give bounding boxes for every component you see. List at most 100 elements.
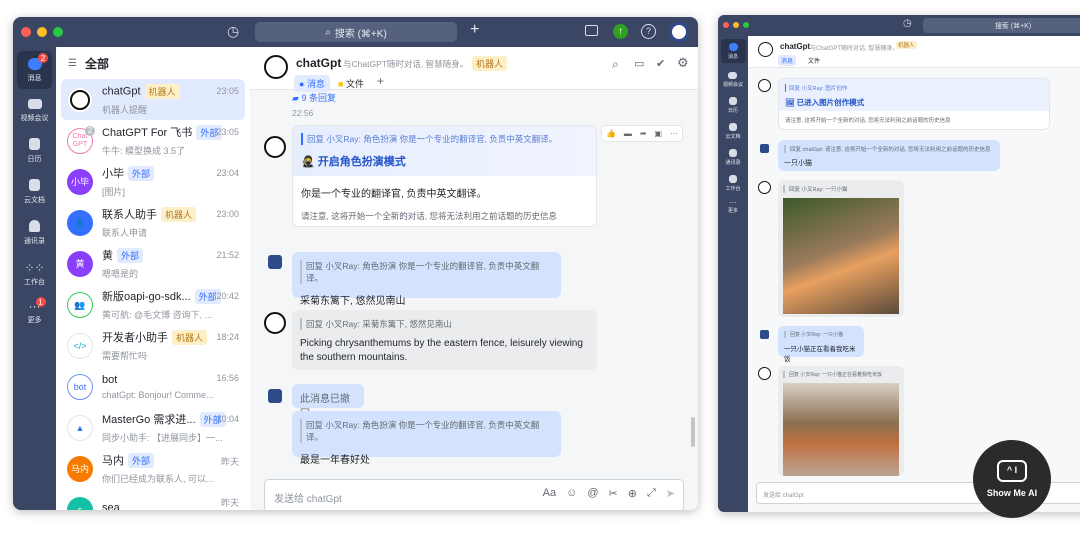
- message-input[interactable]: 发送给 chatGpt Aa ☺ @ ✂ ⊕ ⤢ ➤: [264, 479, 684, 510]
- nav-messages[interactable]: 消息: [720, 39, 746, 63]
- chat-list-item[interactable]: 马内 马内 外部 你们已经成为联系人, 可以... 昨天: [61, 448, 245, 489]
- mention-icon[interactable]: @: [587, 487, 598, 500]
- nav-video-meeting[interactable]: 视频会议: [21, 99, 49, 123]
- chat-box-icon[interactable]: ▭: [634, 57, 644, 70]
- expand-icon[interactable]: ⤢: [647, 487, 656, 500]
- search-input[interactable]: 搜索 (⌘+K): [923, 18, 1080, 33]
- chat-tag: 机器人: [144, 83, 180, 99]
- chat-list-item[interactable]: 小毕 小毕 外部 [图片] 23:04: [61, 161, 245, 202]
- nav-more[interactable]: ··· 更多: [728, 198, 738, 214]
- thumbs-up-icon[interactable]: 👍: [606, 129, 616, 138]
- chat-list-item[interactable]: 👤 联系人助手 机器人 联系人申请 23:00: [61, 202, 245, 243]
- tab-messages[interactable]: ● 消息: [294, 75, 330, 92]
- chat-list-item[interactable]: ▲ MasterGo 需求进... 外部 同步小助手: 【进展同步】一... 10…: [61, 407, 245, 448]
- close-button[interactable]: [21, 27, 31, 37]
- nav-video-meeting[interactable]: 视频会议: [723, 72, 743, 88]
- scrollbar[interactable]: [691, 417, 695, 447]
- scissors-icon[interactable]: ✂: [609, 487, 618, 500]
- chatgpt-avatar: [758, 367, 771, 380]
- plus-circle-icon[interactable]: ⊕: [628, 487, 637, 500]
- chatgpt-avatar: [264, 55, 288, 79]
- contacts-icon: [728, 149, 737, 157]
- upload-icon[interactable]: ↑: [613, 24, 628, 39]
- nav-calendar[interactable]: 日历: [728, 97, 738, 114]
- bot-image-message: 回复 小叉Ray: 一只小猫: [778, 180, 904, 317]
- chat-avatar: </>: [67, 332, 93, 359]
- zoom-button[interactable]: [743, 22, 749, 28]
- minimize-button[interactable]: [733, 22, 739, 28]
- tab-messages[interactable]: 消息: [778, 55, 797, 66]
- chat-avatar: 👥: [67, 291, 93, 318]
- emoji-icon[interactable]: ☺: [566, 487, 577, 500]
- cat-image[interactable]: [783, 383, 899, 476]
- history-icon[interactable]: ◷: [227, 23, 239, 40]
- nav-docs[interactable]: 云文档: [24, 179, 45, 205]
- search-chat-icon[interactable]: ⌕: [612, 57, 619, 72]
- font-icon[interactable]: Aa: [543, 487, 556, 500]
- chat-list-item[interactable]: bot bot chatGpt: Bonjour! Comme... 16:56: [61, 366, 245, 407]
- nav-docs[interactable]: 云文档: [725, 123, 741, 140]
- reply-count[interactable]: ▰ 9 条回复: [292, 91, 336, 104]
- secondary-window: ◷ 搜索 (⌘+K) 消息 视频会议 日历 云文档 通讯录 工作台 ··· 更多 …: [718, 15, 1080, 512]
- chat-list-item[interactable]: chatGpt 机器人 机器人提醒 23:05: [61, 79, 245, 120]
- comment-icon[interactable]: ▬: [624, 129, 632, 138]
- chat-title: chatGpt: [296, 56, 342, 70]
- chat-preview: 你们已经成为联系人, 可以...: [102, 474, 214, 485]
- close-button[interactable]: [723, 22, 729, 28]
- kitten-image[interactable]: [783, 198, 899, 314]
- filter-icon[interactable]: ☰: [68, 58, 77, 69]
- nav-messages[interactable]: 2 消息: [17, 51, 52, 89]
- reply-icon: ▰: [292, 93, 299, 103]
- tab-files[interactable]: ■ 文件: [338, 77, 364, 90]
- chat-avatar: 黄: [67, 250, 93, 277]
- chat-list: ☰ 全部 chatGpt 机器人 机器人提醒 23:05 Chat GPT 2 Cha…: [56, 47, 250, 510]
- card-note: 请注意, 这将开始一个全新的对话, 您将无法利用之前话题的历史信息: [301, 211, 557, 221]
- chat-tag: 外部: [128, 166, 155, 182]
- add-icon[interactable]: +: [470, 21, 479, 39]
- chat-preview: 同步小助手: 【进展同步】一...: [102, 433, 223, 444]
- nav-workplace[interactable]: ⁘⁘ 工作台: [24, 261, 45, 287]
- nav-workplace[interactable]: 工作台: [725, 175, 741, 192]
- user-message: 回复 chatGpt: 请注意, 这将开始一个全新的对话, 您将无法利用之前话题…: [778, 140, 1000, 171]
- avatar[interactable]: [669, 22, 689, 42]
- screen-icon[interactable]: [585, 25, 598, 36]
- chat-list-item[interactable]: Chat GPT 2 ChatGPT For 飞书 外部 牛牛: 模型换成 3.5了…: [61, 120, 245, 161]
- search-icon: ⌕: [325, 26, 331, 38]
- history-icon[interactable]: ◷: [903, 18, 912, 29]
- zoom-button[interactable]: [53, 27, 63, 37]
- nav-contacts[interactable]: 通讯录: [24, 220, 45, 246]
- user-avatar: [268, 389, 282, 403]
- chat-name: 开发者小助手: [102, 331, 168, 344]
- chat-list-item[interactable]: </> 开发者小助手 机器人 需要帮忙吗 18:24: [61, 325, 245, 366]
- copy-icon[interactable]: ▣: [655, 129, 663, 138]
- chat-preview: 牛牛: 模型换成 3.5了: [102, 146, 186, 157]
- forward-icon[interactable]: ➦: [640, 129, 647, 138]
- nav-calendar[interactable]: 日历: [28, 138, 42, 164]
- chat-list-item[interactable]: 👥 新版oapi-go-sdk... 外部 黄可航: @毛文博 咨询下, ... …: [61, 284, 245, 325]
- chat-list-item[interactable]: s sea 昨天: [61, 489, 245, 510]
- send-icon[interactable]: ➤: [666, 487, 675, 500]
- list-title: 全部: [84, 56, 109, 71]
- chat-tag: 机器人: [161, 207, 197, 223]
- user-avatar: [268, 255, 282, 269]
- chatgpt-avatar: [264, 136, 286, 158]
- bot-image-message: 回复 小叉Ray: 一只小猫正在看着我吃米饭: [778, 366, 904, 476]
- chat-name: 黄: [102, 249, 113, 262]
- bot-tag: 机器人: [472, 56, 508, 71]
- chat-avatar: [67, 86, 93, 113]
- chat-preview: [图片]: [102, 187, 126, 198]
- check-icon[interactable]: ✔: [656, 57, 665, 70]
- nav-contacts[interactable]: 通讯录: [725, 149, 741, 166]
- chatgpt-avatar: [758, 42, 773, 57]
- chat-time: 昨天: [220, 457, 239, 467]
- chat-list-item[interactable]: 黄 黄外部 嗯嗯是的 21:52: [61, 243, 245, 284]
- more-actions-icon[interactable]: ···: [670, 129, 678, 138]
- tab-files[interactable]: 文件: [808, 56, 820, 65]
- minimize-button[interactable]: [37, 27, 47, 37]
- search-input[interactable]: ⌕ 搜索 (⌘+K): [255, 22, 457, 42]
- settings-icon[interactable]: ⚙: [677, 55, 689, 71]
- help-icon[interactable]: ?: [641, 24, 656, 39]
- add-tab-icon[interactable]: +: [377, 74, 384, 88]
- chat-name: chatGpt: [102, 84, 141, 97]
- nav-more[interactable]: ··· 1 更多: [28, 297, 46, 325]
